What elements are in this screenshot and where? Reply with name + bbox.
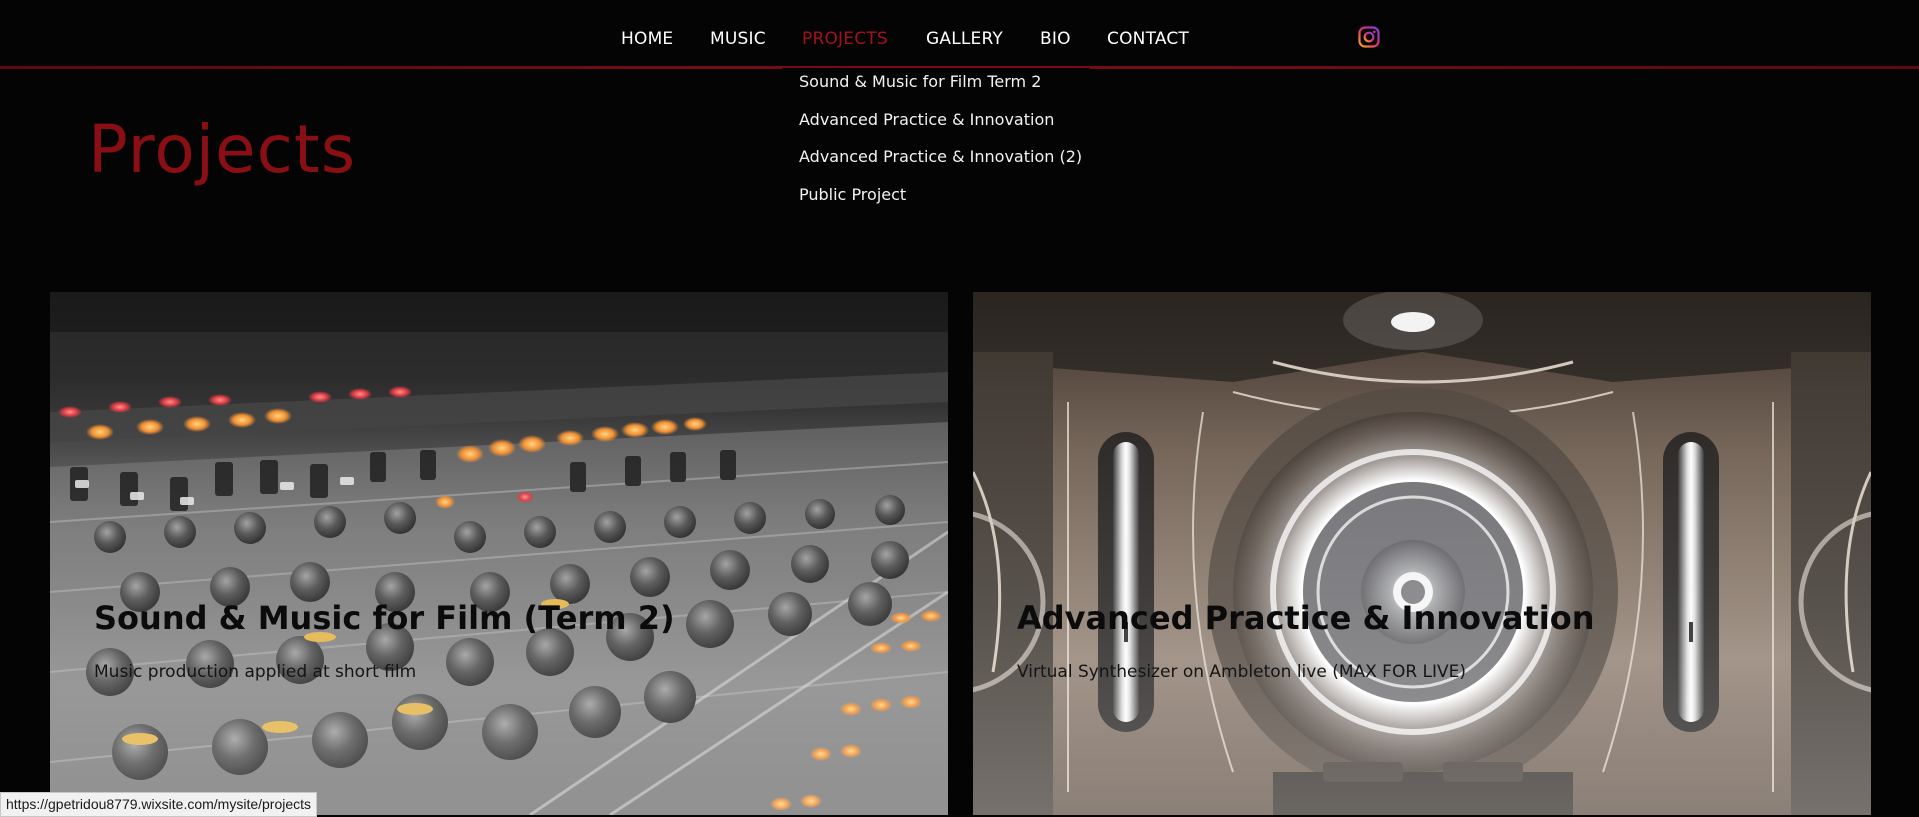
dropdown-item-public-project[interactable]: Public Project [799, 184, 906, 206]
dropdown-item-advanced-practice[interactable]: Advanced Practice & Innovation [799, 109, 1054, 131]
nav-item-bio[interactable]: BIO [1040, 27, 1071, 51]
card-title: Sound & Music for Film (Term 2) [94, 599, 675, 637]
nav-item-contact[interactable]: CONTACT [1107, 27, 1189, 51]
card-title: Advanced Practice & Innovation [1017, 599, 1595, 637]
dropdown-item-sound-music-film[interactable]: Sound & Music for Film Term 2 [799, 71, 1041, 93]
dropdown-item-advanced-practice-2[interactable]: Advanced Practice & Innovation (2) [799, 146, 1082, 168]
card-subtitle: Virtual Synthesizer on Ambleton live (MA… [1017, 662, 1467, 682]
futuristic-speaker-image [973, 292, 1871, 815]
nav-item-home[interactable]: HOME [621, 27, 673, 51]
instagram-icon[interactable] [1358, 26, 1380, 48]
mixing-console-image [50, 292, 948, 815]
project-card-sound-music-film[interactable]: Sound & Music for Film (Term 2) Music pr… [50, 292, 948, 815]
nav-item-projects[interactable]: PROJECTS [802, 27, 888, 51]
nav-item-gallery[interactable]: GALLERY [926, 27, 1003, 51]
site-header: HOME MUSIC PROJECTS GALLERY BIO CONTACT [0, 0, 1919, 70]
page-title: Projects [88, 111, 357, 188]
projects-dropdown-menu: Sound & Music for Film Term 2 Advanced P… [782, 68, 1090, 218]
card-subtitle: Music production applied at short film [94, 662, 417, 682]
nav-item-music[interactable]: MUSIC [710, 27, 766, 51]
status-bar-url: https://gpetridou8779.wixsite.com/mysite… [0, 792, 318, 817]
project-card-advanced-practice[interactable]: Advanced Practice & Innovation Virtual S… [973, 292, 1871, 815]
